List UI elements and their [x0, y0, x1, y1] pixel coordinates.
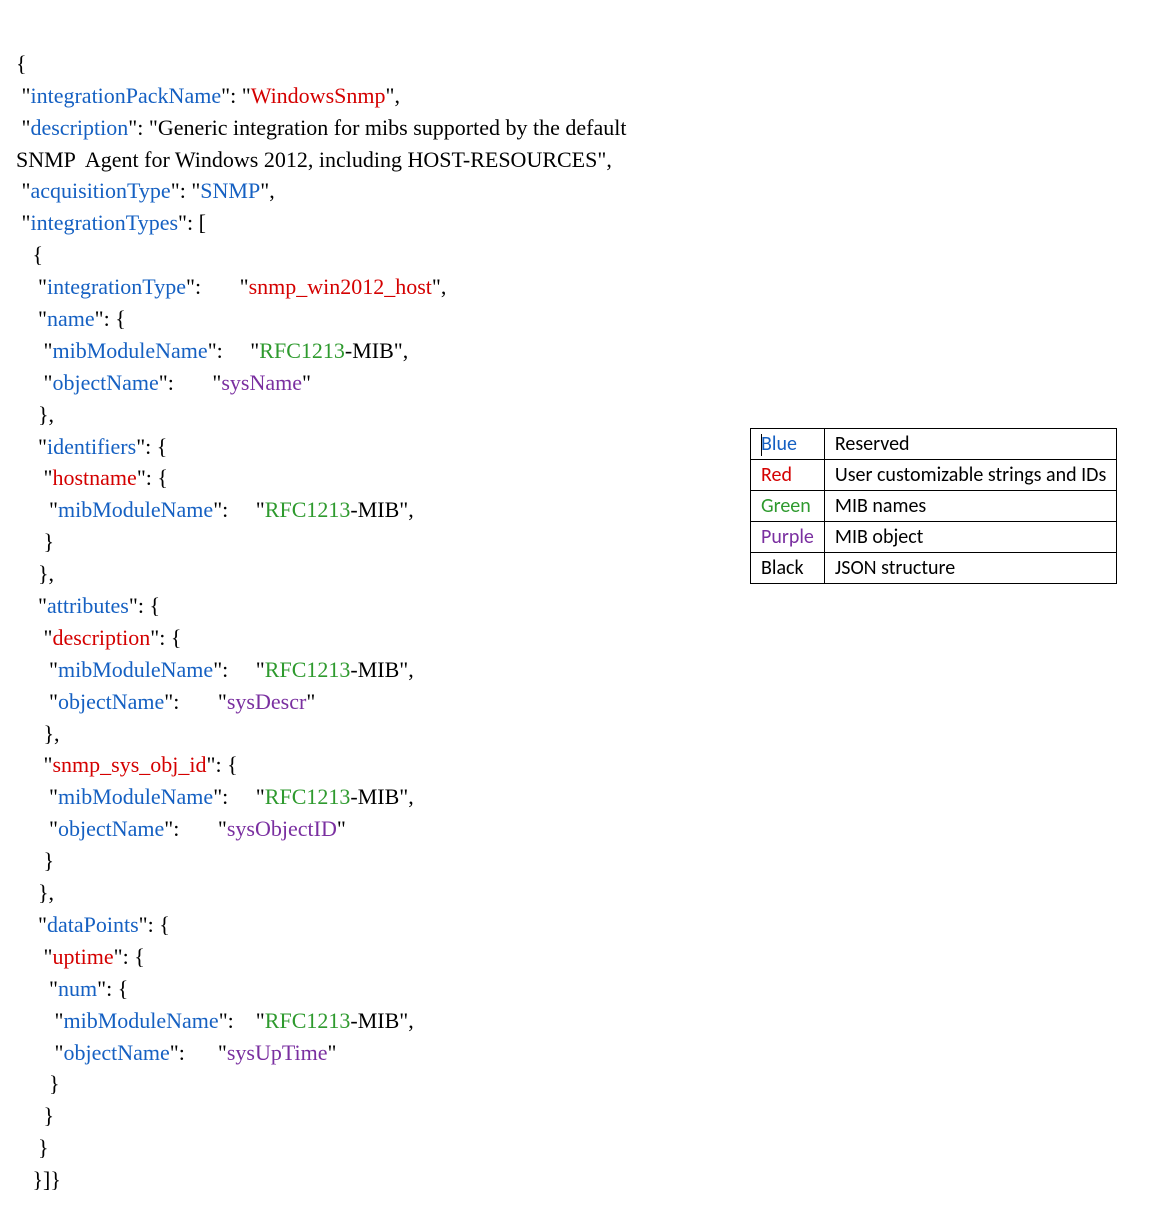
- json-code-block: { "integrationPackName": "WindowsSnmp", …: [16, 16, 1136, 1196]
- key-mibModuleName: mibModuleName: [52, 338, 207, 363]
- key-dataPoints: dataPoints: [47, 912, 139, 937]
- val-sysUpTime: sysUpTime: [227, 1040, 328, 1065]
- legend-desc: MIB names: [824, 491, 1116, 522]
- key-hostname: hostname: [52, 465, 136, 490]
- key-objectName: objectName: [63, 1040, 169, 1065]
- legend-row-blue: Blue Reserved: [751, 429, 1117, 460]
- key-name: name: [47, 306, 95, 331]
- key-integrationType: integrationType: [47, 274, 186, 299]
- key-mibModuleName: mibModuleName: [63, 1008, 218, 1033]
- brace: {: [16, 51, 27, 76]
- legend-desc: Reserved: [824, 429, 1116, 460]
- key-objectName: objectName: [58, 816, 164, 841]
- key-description-red: description: [52, 625, 150, 650]
- key-mibModuleName: mibModuleName: [58, 497, 213, 522]
- legend-color-label: Blue: [751, 429, 825, 460]
- legend-desc: User customizable strings and IDs: [824, 460, 1116, 491]
- legend-row-red: Red User customizable strings and IDs: [751, 460, 1117, 491]
- legend-desc: MIB object: [824, 522, 1116, 553]
- key-snmp-sys-obj-id: snmp_sys_obj_id: [52, 752, 206, 777]
- val-sysName: sysName: [221, 370, 302, 395]
- val-description-line2: SNMP Agent for Windows 2012, including H…: [16, 147, 597, 172]
- key-mibModuleName: mibModuleName: [58, 657, 213, 682]
- key-uptime: uptime: [52, 944, 113, 969]
- legend-row-black: Black JSON structure: [751, 553, 1117, 584]
- legend-row-purple: Purple MIB object: [751, 522, 1117, 553]
- val-mib: RFC1213: [265, 1008, 351, 1033]
- legend-color-label: Green: [751, 491, 825, 522]
- key-objectName: objectName: [52, 370, 158, 395]
- legend-desc: JSON structure: [824, 553, 1116, 584]
- key-num: num: [58, 976, 97, 1001]
- val-mib: RFC1213: [259, 338, 345, 363]
- key-integrationTypes: integrationTypes: [30, 210, 178, 235]
- val-integrationPackName: WindowsSnmp: [251, 83, 386, 108]
- key-description: description: [30, 115, 128, 140]
- legend-color-label: Purple: [751, 522, 825, 553]
- key-acquisitionType: acquisitionType: [30, 178, 170, 203]
- val-mib: RFC1213: [265, 497, 351, 522]
- key-mibModuleName: mibModuleName: [58, 784, 213, 809]
- key-objectName: objectName: [58, 689, 164, 714]
- val-description-line1: Generic integration for mibs supported b…: [158, 115, 627, 140]
- val-sysDescr: sysDescr: [227, 689, 306, 714]
- key-attributes: attributes: [47, 593, 129, 618]
- val-integrationType: snmp_win2012_host: [249, 274, 432, 299]
- val-mib: RFC1213: [265, 657, 351, 682]
- legend-color-label: Black: [751, 553, 825, 584]
- key-integrationPackName: integrationPackName: [30, 83, 221, 108]
- legend-table: Blue Reserved Red User customizable stri…: [750, 428, 1117, 584]
- val-sysObjectID: sysObjectID: [227, 816, 337, 841]
- legend-color-label: Red: [751, 460, 825, 491]
- val-mib: RFC1213: [265, 784, 351, 809]
- val-acquisitionType: SNMP: [200, 178, 260, 203]
- legend-row-green: Green MIB names: [751, 491, 1117, 522]
- key-identifiers: identifiers: [47, 434, 136, 459]
